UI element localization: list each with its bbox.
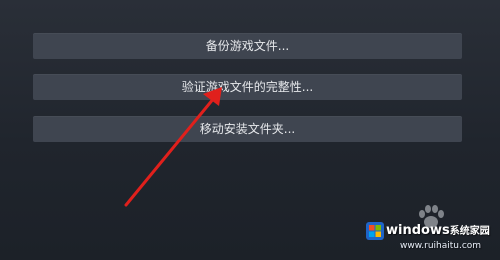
watermark-suffix: 系统家园	[449, 226, 490, 237]
properties-panel: 备份游戏文件... 验证游戏文件的完整性... 移动安装文件夹... windo…	[0, 0, 500, 260]
watermark: windows系统家园 www.ruihaitu.com	[366, 204, 496, 258]
watermark-brand-text: windows	[386, 223, 450, 238]
arrow-shaft	[124, 96, 216, 207]
watermark-brand: windows系统家园	[386, 222, 490, 241]
verify-game-files-button[interactable]: 验证游戏文件的完整性...	[33, 74, 462, 100]
windows-logo-icon	[366, 222, 384, 240]
move-install-folder-button[interactable]: 移动安装文件夹...	[33, 116, 462, 142]
watermark-url: www.ruihaitu.com	[400, 241, 482, 251]
backup-game-files-button[interactable]: 备份游戏文件...	[33, 33, 462, 59]
